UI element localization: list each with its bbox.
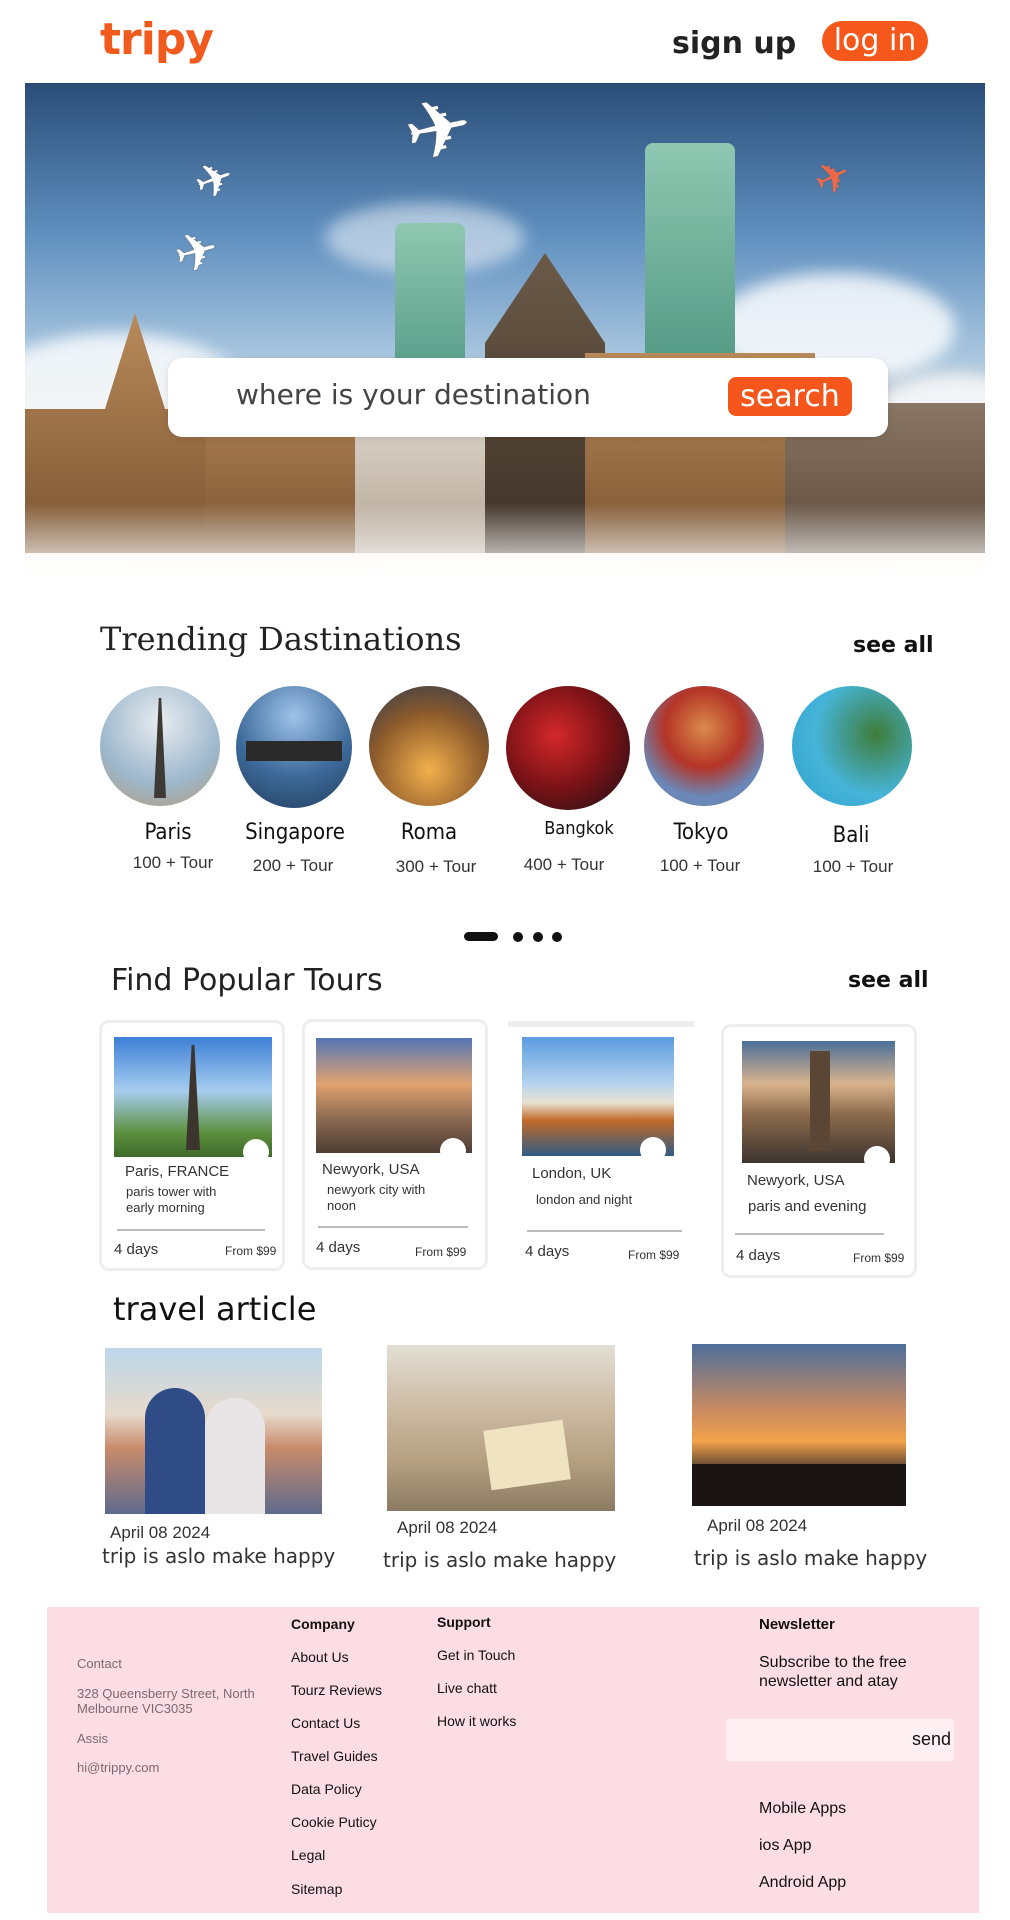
destination-image-roma[interactable] [369,686,489,806]
article-image[interactable] [387,1345,615,1511]
tour-description: newyork city with noon [327,1182,426,1213]
mobile-apps-link[interactable]: Mobile Apps [759,1800,846,1818]
pagination-dot-active[interactable] [464,932,498,941]
article-date: April 08 2024 [110,1523,211,1542]
tour-price: From $99 [415,1245,467,1259]
footer-link-travel-guides[interactable]: Travel Guides [291,1748,378,1764]
footer-link-data-policy[interactable]: Data Policy [291,1781,362,1797]
article-title[interactable]: trip is aslo make happy [383,1548,616,1572]
divider [117,1229,265,1231]
destination-image-bali[interactable] [792,686,912,806]
footer-link-about-us[interactable]: About Us [291,1649,349,1665]
tour-location: Newyork, USA [322,1161,420,1178]
destination-name: Tokyo [673,820,729,845]
destination-tour-count: 400 + Tour [523,855,605,874]
android-app-link[interactable]: Android App [759,1874,846,1892]
tour-duration: 4 days [316,1239,361,1256]
destination-tour-count: 100 + Tour [132,853,214,872]
destination-name: Roma [400,820,458,845]
footer-link-live-chat[interactable]: Live chatt [437,1680,497,1696]
contact-address: 328 Queensberry Street, North Melbourne … [77,1686,255,1716]
destination-image-tokyo[interactable] [644,686,764,806]
footer-link-contact-us[interactable]: Contact Us [291,1715,360,1731]
destination-name: Bali [832,823,870,848]
tour-card-top-border [508,1021,694,1027]
tour-description: london and night [536,1192,633,1207]
tour-price: From $99 [225,1244,277,1258]
article-image[interactable] [105,1348,322,1514]
tripy-logo[interactable]: tripy [100,14,214,65]
ios-app-link[interactable]: ios App [759,1837,811,1855]
support-heading: Support [437,1614,491,1630]
travel-article-title: travel article [113,1290,317,1328]
tour-duration: 4 days [736,1247,781,1264]
footer-link-get-in-touch[interactable]: Get in Touch [437,1647,515,1663]
log-in-button[interactable]: log in [822,21,928,61]
destination-tour-count: 200 + Tour [252,856,334,875]
trending-destinations-title: Trending Dastinations [100,620,462,658]
newsletter-text: Subscribe to the free newsletter and ata… [759,1654,907,1690]
destination-name: Singapore [245,820,345,845]
popular-tours-title: Find Popular Tours [111,963,383,998]
destination-name: Bangkok [544,818,614,839]
tour-location: Newyork, USA [747,1172,845,1189]
tour-description: paris and evening [748,1198,867,1215]
newsletter-send-button[interactable]: send [912,1729,951,1750]
favorite-icon[interactable] [243,1139,269,1165]
company-heading: Company [291,1616,355,1632]
article-image[interactable] [692,1344,906,1506]
article-title[interactable]: trip is aslo make happy [102,1544,335,1568]
tour-image[interactable] [114,1037,272,1157]
favorite-icon[interactable] [864,1146,890,1172]
divider [318,1226,468,1228]
favorite-icon[interactable] [440,1138,466,1164]
tour-location: London, UK [532,1165,612,1182]
pagination-dot[interactable] [513,932,523,942]
tours-see-all-link[interactable]: see all [848,968,929,993]
divider [735,1233,884,1235]
tour-image[interactable] [742,1041,895,1163]
tour-description: paris tower with early morning [126,1184,217,1215]
favorite-icon[interactable] [640,1137,666,1163]
tour-duration: 4 days [114,1241,159,1258]
destination-tour-count: 300 + Tour [395,857,477,876]
tour-price: From $99 [628,1248,680,1262]
footer-link-sitemap[interactable]: Sitemap [291,1881,342,1897]
sign-up-link[interactable]: sign up [672,26,796,61]
article-date: April 08 2024 [397,1518,498,1537]
destination-tour-count: 100 + Tour [812,857,894,876]
tour-duration: 4 days [525,1243,570,1260]
destination-image-bangkok[interactable] [506,686,630,810]
article-title[interactable]: trip is aslo make happy [694,1546,927,1570]
hero-banner: ✈ ✈ ✈ ✈ [25,83,985,583]
footer-link-legal[interactable]: Legal [291,1847,325,1863]
contact-label: Contact [77,1656,122,1671]
divider [527,1230,682,1232]
destination-name: Paris [144,820,192,845]
destination-tour-count: 100 + Tour [659,856,741,875]
pagination-dot[interactable] [533,932,543,942]
newsletter-heading: Newsletter [759,1616,835,1633]
tour-location: Paris, FRANCE [125,1163,230,1180]
footer-link-how-it-works[interactable]: How it works [437,1713,516,1729]
destination-image-paris[interactable] [100,686,220,806]
destination-image-singapore[interactable] [236,686,352,808]
search-button[interactable]: search [728,377,852,416]
tour-image[interactable] [316,1038,472,1153]
footer-link-cookie-policy[interactable]: Cookie Puticy [291,1814,377,1830]
tour-price: From $99 [853,1251,905,1265]
contact-email[interactable]: hi@trippy.com [77,1760,159,1775]
footer-link-tourz-reviews[interactable]: Tourz Reviews [291,1682,382,1698]
article-date: April 08 2024 [707,1516,808,1535]
pagination-dot[interactable] [552,932,562,942]
trending-see-all-link[interactable]: see all [853,633,934,658]
assis-label: Assis [77,1731,109,1746]
destination-search-input[interactable]: where is your destination [236,378,591,411]
